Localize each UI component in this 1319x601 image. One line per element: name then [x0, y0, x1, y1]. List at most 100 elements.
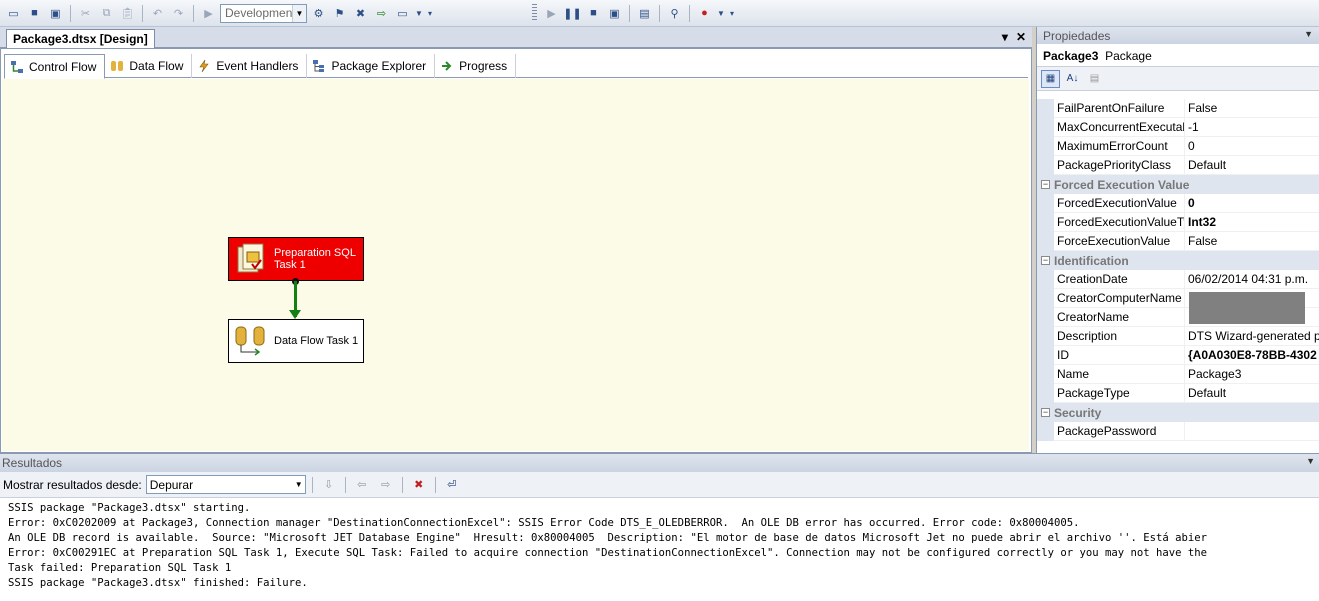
property-category[interactable]: − Security	[1037, 403, 1319, 422]
property-value[interactable]: DTS Wizard-generated pa	[1185, 327, 1319, 346]
property-value[interactable]: 06/02/2014 04:31 p.m.	[1185, 270, 1319, 289]
property-pages-icon[interactable]: ▤	[1085, 70, 1104, 88]
cut-icon[interactable]: ✂	[76, 4, 95, 23]
chevron-down-icon[interactable]: ▼	[1306, 456, 1315, 466]
show-output-from-value: Depurar	[149, 477, 194, 492]
toolbar-overflow-icon[interactable]: ▾	[426, 4, 434, 23]
output-text[interactable]: SSIS package "Package3.dtsx" starting. Er…	[0, 498, 1319, 601]
solution-configuration-combo[interactable]: Development ▼	[220, 3, 307, 23]
property-name: FailParentOnFailure	[1054, 99, 1185, 118]
navigate-icon[interactable]: ▶	[199, 4, 218, 23]
property-row[interactable]: ForcedExecutionValue 0	[1037, 194, 1319, 213]
tab-event-handlers[interactable]: Event Handlers	[192, 54, 308, 78]
close-icon[interactable]: ✕	[1016, 30, 1026, 44]
collapse-icon[interactable]: −	[1037, 256, 1054, 265]
tab-progress[interactable]: Progress	[435, 54, 517, 78]
next-message-icon[interactable]: ⇨	[376, 475, 396, 494]
collapse-icon[interactable]: −	[1037, 180, 1054, 189]
property-category[interactable]: − Identification	[1037, 251, 1319, 270]
new-item-icon[interactable]: ▭	[4, 4, 23, 23]
stop-icon[interactable]: ■	[584, 4, 603, 23]
property-gutter	[1037, 156, 1054, 175]
property-value[interactable]: Default	[1185, 156, 1319, 175]
package-config-icon[interactable]: ⚑	[330, 4, 349, 23]
paste-icon[interactable]: 📋︎	[118, 4, 137, 23]
window-menu-icon[interactable]: ▾	[1002, 30, 1008, 44]
property-row[interactable]: MaxConcurrentExecutab -1	[1037, 118, 1319, 137]
show-output-from-select[interactable]: Depurar ▼	[145, 475, 306, 494]
comment-icon[interactable]: ▤	[635, 4, 654, 23]
property-name: MaximumErrorCount	[1054, 137, 1185, 156]
restart-icon[interactable]: ▣	[605, 4, 624, 23]
collapse-icon[interactable]: −	[1037, 408, 1054, 417]
copy-icon[interactable]: ⧉	[97, 4, 116, 23]
property-row[interactable]: PackageType Default	[1037, 384, 1319, 403]
tools-icon[interactable]: ✖	[351, 4, 370, 23]
task-preparation-sql[interactable]: Preparation SQL Task 1	[228, 237, 364, 281]
redacted-value	[1189, 292, 1305, 324]
word-wrap-icon[interactable]: ⏎	[442, 475, 462, 494]
previous-message-icon[interactable]: ⇦	[352, 475, 372, 494]
tab-data-flow[interactable]: Data Flow	[105, 54, 193, 78]
property-value[interactable]	[1185, 422, 1319, 441]
task-data-flow[interactable]: Data Flow Task 1	[228, 319, 364, 363]
properties-object-selector[interactable]: Package3 Package	[1037, 44, 1319, 67]
undo-icon[interactable]: ↶	[148, 4, 167, 23]
clear-all-icon[interactable]: ✖	[409, 475, 429, 494]
property-value[interactable]: False	[1185, 99, 1319, 118]
property-row[interactable]: ForcedExecutionValueTy Int32	[1037, 213, 1319, 232]
chevron-down-icon[interactable]: ▼	[414, 4, 424, 23]
breakpoint-icon[interactable]: ⚲	[665, 4, 684, 23]
tab-control-flow[interactable]: Control Flow	[4, 54, 106, 79]
toolbar-separator	[193, 4, 194, 22]
property-value[interactable]: 0	[1185, 137, 1319, 156]
document-tab[interactable]: Package3.dtsx [Design]	[6, 29, 155, 48]
chevron-down-icon[interactable]: ▼	[1304, 29, 1313, 39]
save-icon[interactable]: ■	[25, 4, 44, 23]
property-value[interactable]: Int32	[1185, 213, 1319, 232]
control-flow-canvas[interactable]: Preparation SQL Task 1 Data Flow Task 1	[2, 79, 1029, 451]
toolbar-overflow-icon[interactable]: ▾	[728, 4, 736, 23]
window-icon[interactable]: ▭	[393, 4, 412, 23]
connection-icon[interactable]: ⚙	[309, 4, 328, 23]
tab-package-explorer[interactable]: Package Explorer	[307, 54, 436, 78]
task-label: Preparation SQL Task 1	[274, 247, 356, 271]
property-gutter	[1037, 308, 1054, 327]
execute-sql-task-icon	[237, 243, 264, 273]
chevron-down-icon[interactable]: ▼	[292, 4, 306, 22]
toolbar-separator	[434, 476, 436, 493]
property-value[interactable]: Package3	[1185, 365, 1319, 384]
property-value[interactable]: False	[1185, 232, 1319, 251]
property-value[interactable]: -1	[1185, 118, 1319, 137]
options-icon[interactable]: ●	[695, 4, 714, 23]
document-controls: ▾ ✕	[1002, 30, 1026, 44]
alphabetical-icon[interactable]: A↓	[1063, 70, 1082, 88]
property-row[interactable]: FailParentOnFailure False	[1037, 99, 1319, 118]
property-row[interactable]: ID {A0A030E8-78BB-4302	[1037, 346, 1319, 365]
property-row[interactable]: Name Package3	[1037, 365, 1319, 384]
property-row[interactable]: CreationDate 06/02/2014 04:31 p.m.	[1037, 270, 1319, 289]
find-message-icon[interactable]: ⇩	[319, 475, 339, 494]
import-icon[interactable]: ⇨	[372, 4, 391, 23]
toolbar-grip[interactable]	[532, 4, 537, 22]
property-row[interactable]: PackagePassword	[1037, 422, 1319, 441]
property-row[interactable]: ForceExecutionValue False	[1037, 232, 1319, 251]
property-name: ID	[1054, 346, 1185, 365]
property-row[interactable]: PackagePriorityClass Default	[1037, 156, 1319, 175]
chevron-down-icon[interactable]: ▼	[293, 476, 305, 493]
save-all-icon[interactable]: ▣	[46, 4, 65, 23]
progress-icon	[442, 61, 452, 71]
property-row[interactable]: Description DTS Wizard-generated pa	[1037, 327, 1319, 346]
property-category[interactable]: − Forced Execution Value	[1037, 175, 1319, 194]
output-line: Error: 0xC00291EC at Preparation SQL Tas…	[8, 547, 1208, 559]
property-value[interactable]: {A0A030E8-78BB-4302	[1185, 346, 1319, 365]
redo-icon[interactable]: ↷	[169, 4, 188, 23]
start-icon[interactable]: ▶	[542, 4, 561, 23]
property-value[interactable]: 0	[1185, 194, 1319, 213]
property-value[interactable]: Default	[1185, 384, 1319, 403]
categorized-icon[interactable]: ▦	[1041, 69, 1060, 88]
pause-icon[interactable]: ❚❚	[563, 4, 582, 23]
property-row[interactable]: MaximumErrorCount 0	[1037, 137, 1319, 156]
properties-panel: Propiedades ▼ Package3 Package ▦ A↓ ▤ Fa…	[1036, 27, 1319, 453]
chevron-down-icon[interactable]: ▼	[716, 4, 726, 23]
